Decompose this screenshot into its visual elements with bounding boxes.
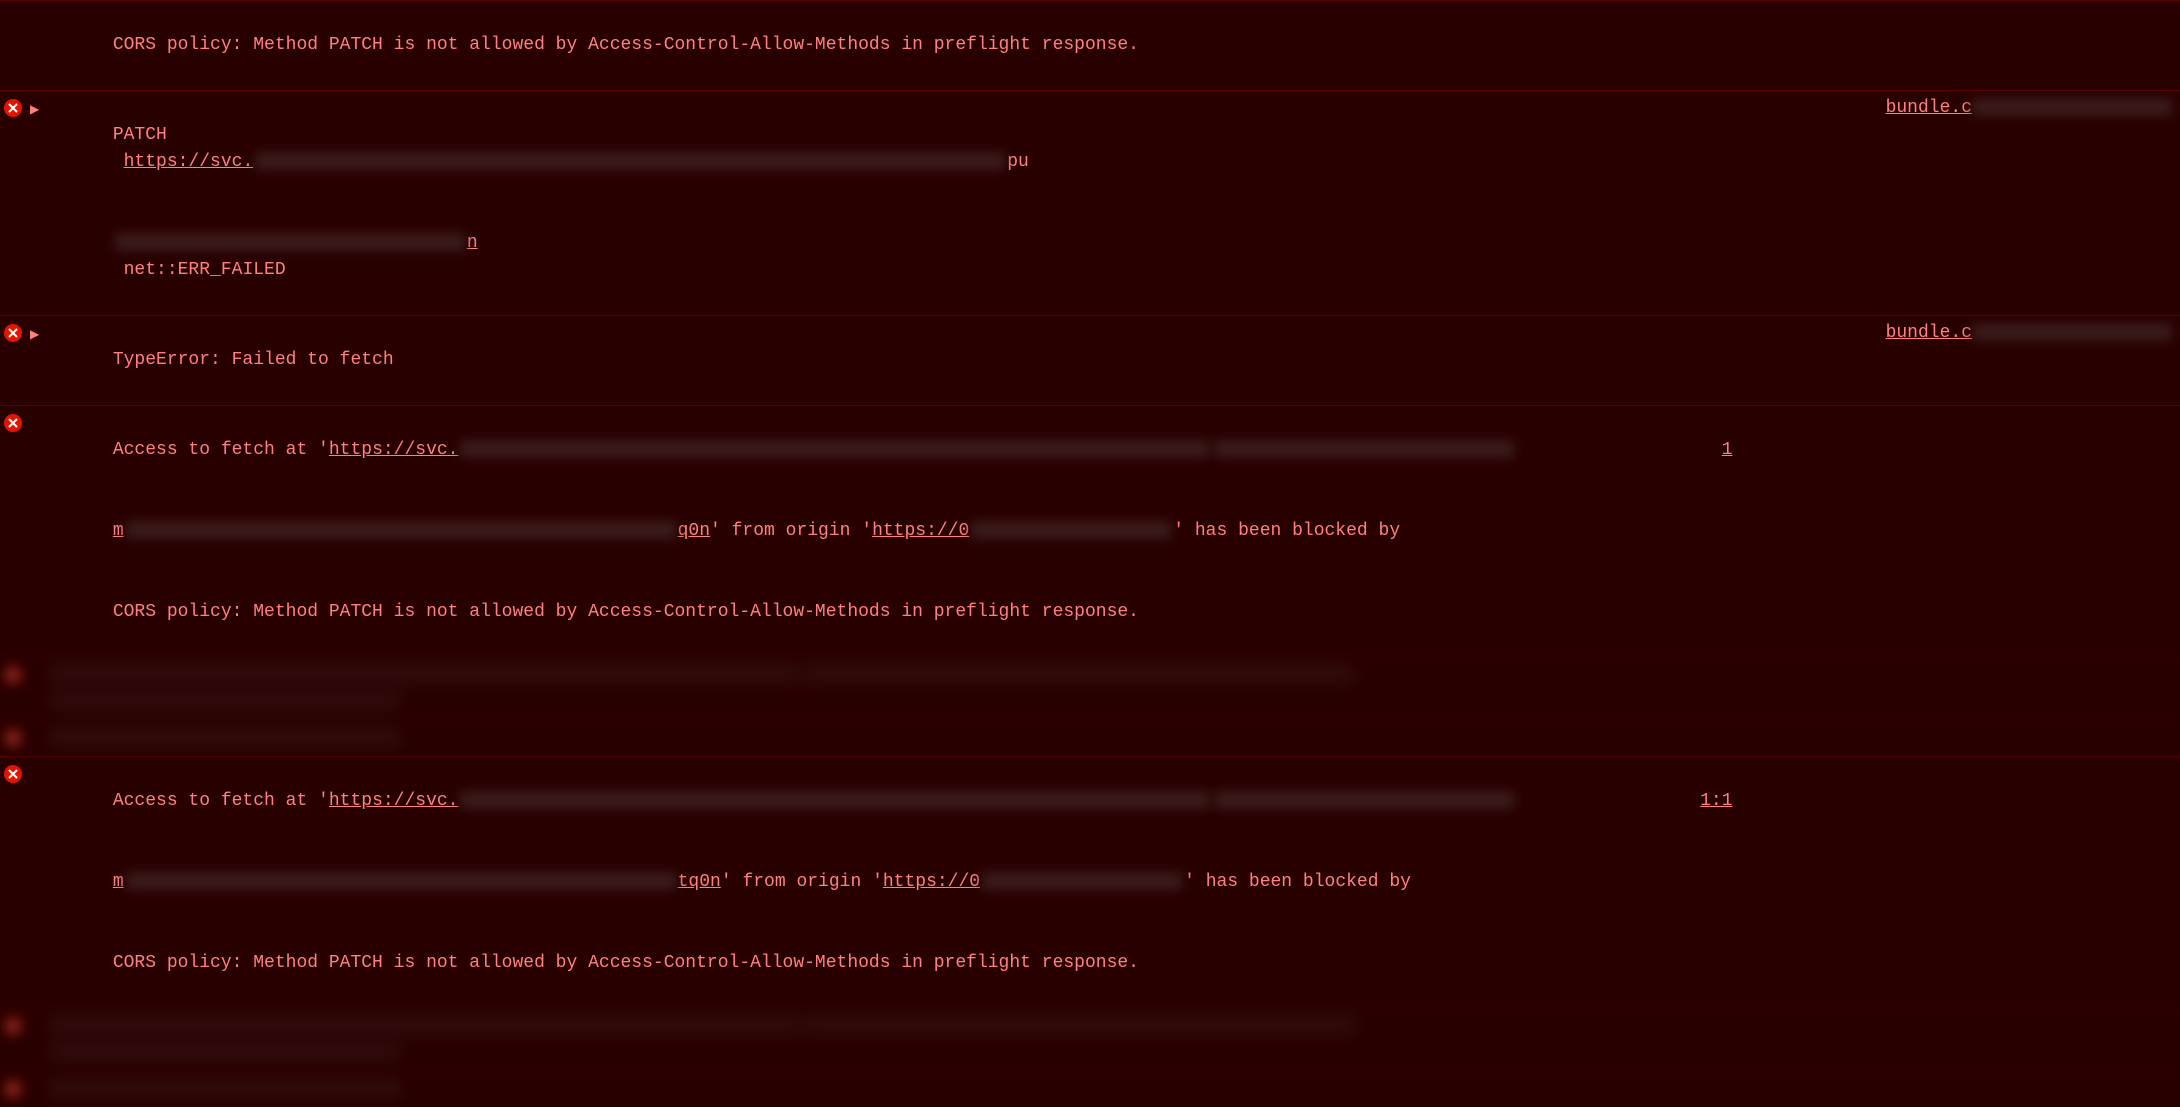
- error-message: CORS policy: Method PATCH is not allowed…: [48, 5, 2172, 86]
- net-error: net::ERR_FAILED: [124, 260, 286, 280]
- disclosure-triangle-icon[interactable]: ▶: [30, 320, 42, 344]
- error-icon: [4, 1080, 22, 1098]
- icon-col: [4, 761, 24, 783]
- console-error-row[interactable]: ▶ TypeError: Failed to fetch bundle.c: [0, 315, 2180, 405]
- source-line[interactable]: 1:1: [1700, 791, 1732, 811]
- request-url[interactable]: https://svc.: [124, 152, 1008, 172]
- error-icon: [4, 729, 22, 747]
- console-error-row-obscured: [0, 720, 2180, 756]
- error-icon: [4, 414, 22, 432]
- cors-text: CORS policy: Method PATCH is not allowed…: [113, 953, 1139, 973]
- console-error-row[interactable]: Access to fetch at 'https://svc. 1:1 mtq…: [0, 756, 2180, 1008]
- source-line[interactable]: 1: [1722, 440, 1733, 460]
- icon-col: [4, 5, 24, 9]
- error-icon: [4, 666, 22, 684]
- http-method: PATCH: [113, 125, 167, 145]
- origin-url[interactable]: https://0: [883, 872, 1184, 892]
- error-icon: [4, 99, 22, 117]
- console-error-row-obscured: [0, 1071, 2180, 1107]
- cors-text: CORS policy: Method PATCH is not allowed…: [113, 35, 1139, 55]
- console-error-row[interactable]: CORS policy: Method PATCH is not allowed…: [0, 0, 2180, 90]
- disclosure-triangle-icon[interactable]: ▶: [30, 95, 42, 119]
- cors-text: CORS policy: Method PATCH is not allowed…: [113, 602, 1139, 622]
- error-icon: [4, 765, 22, 783]
- error-message: Access to fetch at 'https://svc. 1 mq0n'…: [48, 410, 2172, 653]
- console-panel: CORS policy: Method PATCH is not allowed…: [0, 0, 2180, 1107]
- request-url[interactable]: https://svc.: [329, 791, 1517, 811]
- error-icon: [4, 324, 22, 342]
- icon-col: [4, 95, 24, 117]
- error-message: TypeError: Failed to fetch: [48, 320, 1860, 401]
- console-error-row-obscured: [0, 1008, 2180, 1071]
- source-link[interactable]: bundle.c: [1866, 95, 2172, 122]
- error-icon: [4, 1017, 22, 1035]
- console-error-row-obscured: [0, 657, 2180, 720]
- console-error-row[interactable]: Access to fetch at 'https://svc. 1 mq0n'…: [0, 405, 2180, 657]
- icon-col: [4, 410, 24, 432]
- request-url[interactable]: https://svc.: [329, 440, 1517, 460]
- error-message: Access to fetch at 'https://svc. 1:1 mtq…: [48, 761, 2172, 1004]
- source-link[interactable]: bundle.c: [1866, 320, 2172, 347]
- icon-col: [4, 320, 24, 342]
- origin-url[interactable]: https://0: [872, 521, 1173, 541]
- error-message: PATCH https://svc.pu n net::ERR_FAILED: [48, 95, 1860, 311]
- request-url-line2[interactable]: n: [113, 233, 478, 253]
- console-error-row[interactable]: ▶ PATCH https://svc.pu n net::ERR_FAILED…: [0, 90, 2180, 315]
